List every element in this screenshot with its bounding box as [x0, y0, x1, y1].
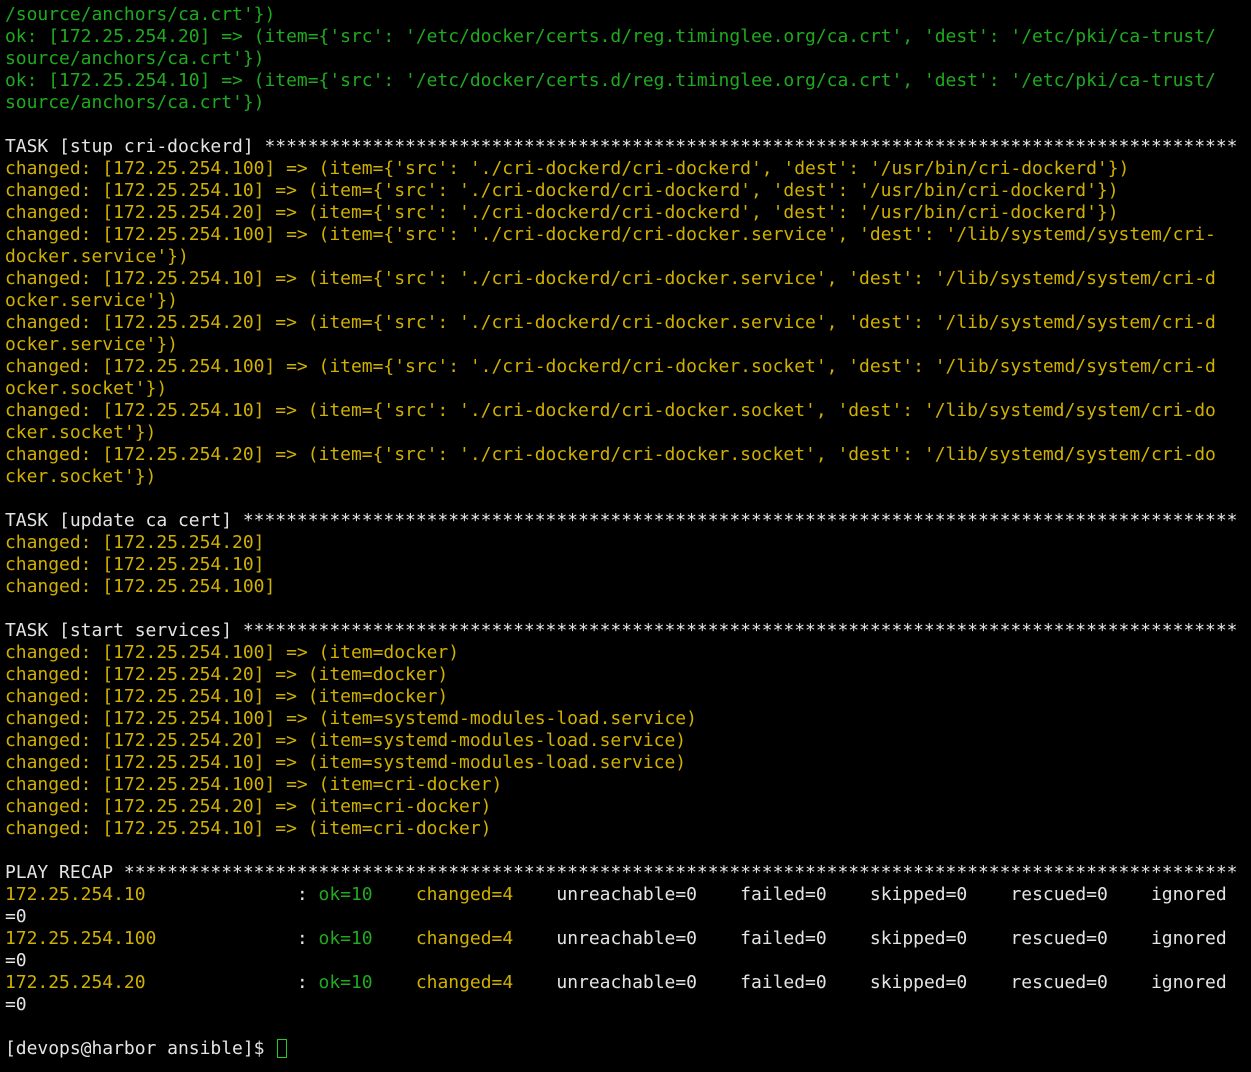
- output-line: source/anchors/ca.crt'}): [5, 92, 265, 113]
- output-line: cker.socket'}): [5, 466, 157, 487]
- output-line: changed: [172.25.254.100] => (item={'src…: [5, 158, 1130, 179]
- recap-changed-count: changed=4: [415, 928, 514, 949]
- recap-host: 172.25.254.100: [5, 928, 157, 949]
- output-line: changed: [172.25.254.10] => (item=docker…: [5, 686, 449, 707]
- output-line: docker.service'}): [5, 246, 189, 267]
- output-line: changed: [172.25.254.20] => (item={'src'…: [5, 444, 1216, 465]
- output-line: changed: [172.25.254.100] => (item={'src…: [5, 356, 1216, 377]
- output-line: changed: [172.25.254.20]: [5, 532, 265, 553]
- recap-row: 172.25.254.100 : ok=10 changed=4 unreach…: [5, 928, 1251, 950]
- output-line: changed: [172.25.254.10] => (item=cri-do…: [5, 818, 492, 839]
- output-line: changed: [172.25.254.10]: [5, 554, 265, 575]
- recap-other-counts: unreachable=0 failed=0 skipped=0 rescued…: [513, 972, 1227, 993]
- output-line: changed: [172.25.254.20] => (item=cri-do…: [5, 796, 492, 817]
- output-line: changed: [172.25.254.100]: [5, 576, 276, 597]
- output-line: changed: [172.25.254.100] => (item=docke…: [5, 642, 460, 663]
- output-line: ocker.service'}): [5, 290, 178, 311]
- output-line: changed: [172.25.254.100] => (item=syste…: [5, 708, 697, 729]
- recap-separator: :: [156, 928, 319, 949]
- recap-separator: :: [145, 884, 319, 905]
- recap-separator: :: [145, 972, 319, 993]
- shell-prompt: [devops@harbor ansible]$: [5, 1038, 276, 1059]
- output-line: changed: [172.25.254.100] => (item=cri-d…: [5, 774, 503, 795]
- terminal-output: /source/anchors/ca.crt'}) ok: [172.25.254…: [5, 4, 1251, 884]
- task-header-line: TASK [update ca cert] ******************…: [5, 510, 1238, 531]
- output-line: /source/anchors/ca.crt'}): [5, 4, 276, 25]
- task-header-line: TASK [stup cri-dockerd] ****************…: [5, 136, 1238, 157]
- output-line: changed: [172.25.254.10] => (item={'src'…: [5, 268, 1216, 289]
- output-line: changed: [172.25.254.20] => (item=docker…: [5, 664, 449, 685]
- recap-host: 172.25.254.10: [5, 884, 146, 905]
- task-header-line: TASK [start services] ******************…: [5, 620, 1238, 641]
- recap-wrapped-line: =0: [5, 906, 27, 927]
- recap-host: 172.25.254.20: [5, 972, 146, 993]
- recap-ok-count: ok=10: [318, 972, 373, 993]
- recap-row: 172.25.254.20 : ok=10 changed=4 unreacha…: [5, 972, 1251, 994]
- output-line: ok: [172.25.254.10] => (item={'src': '/e…: [5, 70, 1216, 91]
- output-line: changed: [172.25.254.100] => (item={'src…: [5, 224, 1216, 245]
- recap-ok-count: ok=10: [318, 928, 373, 949]
- output-line: ocker.service'}): [5, 334, 178, 355]
- output-line: ocker.socket'}): [5, 378, 168, 399]
- output-line: changed: [172.25.254.10] => (item={'src'…: [5, 180, 1119, 201]
- recap-wrapped-line: =0: [5, 950, 27, 971]
- recap-gap: [373, 972, 416, 993]
- output-line: ok: [172.25.254.20] => (item={'src': '/e…: [5, 26, 1216, 47]
- recap-gap: [373, 928, 416, 949]
- output-line: changed: [172.25.254.10] => (item={'src'…: [5, 400, 1216, 421]
- recap-gap: [373, 884, 416, 905]
- recap-row: 172.25.254.10 : ok=10 changed=4 unreacha…: [5, 884, 1251, 906]
- recap-changed-count: changed=4: [415, 972, 514, 993]
- output-line: changed: [172.25.254.20] => (item=system…: [5, 730, 687, 751]
- recap-other-counts: unreachable=0 failed=0 skipped=0 rescued…: [513, 884, 1227, 905]
- output-line: cker.socket'}): [5, 422, 157, 443]
- recap-other-counts: unreachable=0 failed=0 skipped=0 rescued…: [513, 928, 1227, 949]
- shell-prompt-line[interactable]: [devops@harbor ansible]$: [5, 1038, 1251, 1060]
- terminal-window[interactable]: /source/anchors/ca.crt'}) ok: [172.25.254…: [0, 0, 1251, 1072]
- text-cursor[interactable]: [277, 1039, 288, 1058]
- recap-changed-count: changed=4: [415, 884, 514, 905]
- task-header-line: PLAY RECAP *****************************…: [5, 862, 1238, 883]
- output-line: source/anchors/ca.crt'}): [5, 48, 265, 69]
- play-recap-table: 172.25.254.10 : ok=10 changed=4 unreacha…: [5, 884, 1251, 1016]
- output-line: changed: [172.25.254.10] => (item=system…: [5, 752, 687, 773]
- output-line: changed: [172.25.254.20] => (item={'src'…: [5, 202, 1119, 223]
- recap-wrapped-line: =0: [5, 994, 27, 1015]
- recap-ok-count: ok=10: [318, 884, 373, 905]
- output-line: changed: [172.25.254.20] => (item={'src'…: [5, 312, 1216, 333]
